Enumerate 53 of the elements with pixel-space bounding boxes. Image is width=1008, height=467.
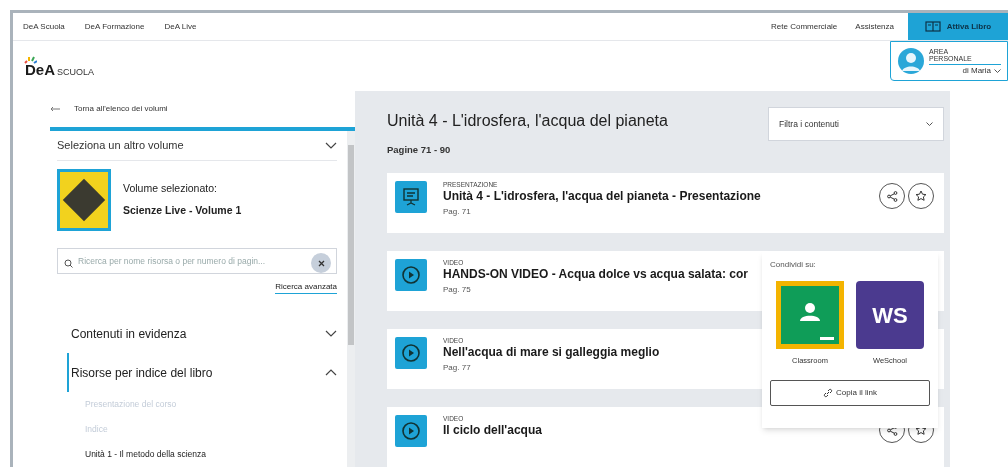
play-icon: [395, 337, 427, 370]
resource-title[interactable]: Unità 4 - L'idrosfera, l'acqua del pianeta - Presentazione: [443, 189, 761, 205]
presentation-board-icon: [395, 181, 427, 214]
resource-page: Pag. 75: [443, 285, 471, 296]
copy-link-button[interactable]: Copia il link: [770, 380, 930, 407]
top-nav-link[interactable]: DeA Live: [164, 20, 197, 33]
star-icon: [915, 190, 927, 203]
clear-button[interactable]: [311, 253, 331, 274]
resource-title[interactable]: HANDS-ON VIDEO - Acqua dolce vs acqua salata: cor: [443, 267, 748, 283]
chevron-down-icon: [994, 68, 1001, 73]
chevron-down-icon: [325, 330, 337, 337]
top-nav-link[interactable]: Assistenza: [855, 20, 894, 33]
advanced-search-link[interactable]: Ricerca avanzata: [275, 281, 337, 294]
logo-subtitle: SCUOLA: [57, 68, 95, 77]
book-icon: [924, 21, 941, 32]
top-nav-link[interactable]: Rete Commerciale: [771, 20, 838, 33]
link-icon: [823, 388, 834, 399]
arrow-left-icon: [50, 106, 60, 112]
play-icon: [395, 259, 427, 292]
search-field[interactable]: Ricerca per nome risorsa o per numero di pagin...: [57, 248, 337, 275]
chevron-down-icon: [926, 122, 933, 126]
section-header[interactable]: Risorse per indice del libro: [67, 353, 337, 392]
resource-title[interactable]: Il ciclo dell'acqua: [443, 423, 542, 439]
resource-page: Pag. 71: [443, 207, 471, 218]
scrollbar-thumb[interactable]: [348, 145, 354, 345]
top-nav-link[interactable]: DeA Scuola: [23, 20, 65, 33]
share-popup-title: Condividi su:: [770, 259, 817, 271]
unit-title: Unità 4 - L'idrosfera, l'acqua del pianeta: [387, 111, 668, 131]
search-icon: [64, 259, 73, 269]
play-icon: [395, 415, 427, 448]
selected-volume-label: Volume selezionato:: [123, 181, 218, 197]
close-icon: [317, 259, 325, 267]
back-link[interactable]: Torna all'elenco dei volumi: [40, 91, 355, 127]
chevron-up-icon: [325, 369, 337, 376]
activate-book-button[interactable]: Attiva Libro: [908, 13, 1008, 40]
volume-select[interactable]: Seleziona un altro volume: [57, 131, 337, 162]
logo-brand: DeA: [25, 62, 55, 77]
classroom-logo-icon: [776, 281, 844, 349]
weschool-logo: WS: [856, 281, 924, 349]
colorful-rays-icon: [23, 55, 37, 65]
filter-dropdown[interactable]: Filtra i contenuti: [768, 107, 944, 141]
section-header[interactable]: Contenuti in evidenza: [71, 314, 337, 353]
resource-page: Pag. 77: [443, 363, 471, 374]
share-icon: [886, 190, 898, 202]
book-cover-image: [57, 169, 111, 232]
page-range: Pagine 71 - 90: [387, 143, 452, 157]
top-nav-link[interactable]: DeA Formazione: [84, 20, 145, 33]
resource-title[interactable]: Nell'acqua di mare si galleggia meglio: [443, 345, 660, 361]
user-name: di Maria: [962, 66, 991, 75]
avatar-icon: [897, 47, 925, 75]
chevron-down-icon: [325, 142, 337, 150]
index-item[interactable]: Unità 1 - Il metodo della scienza: [71, 442, 337, 467]
selected-volume-name: Scienze Live - Volume 1: [123, 203, 242, 219]
